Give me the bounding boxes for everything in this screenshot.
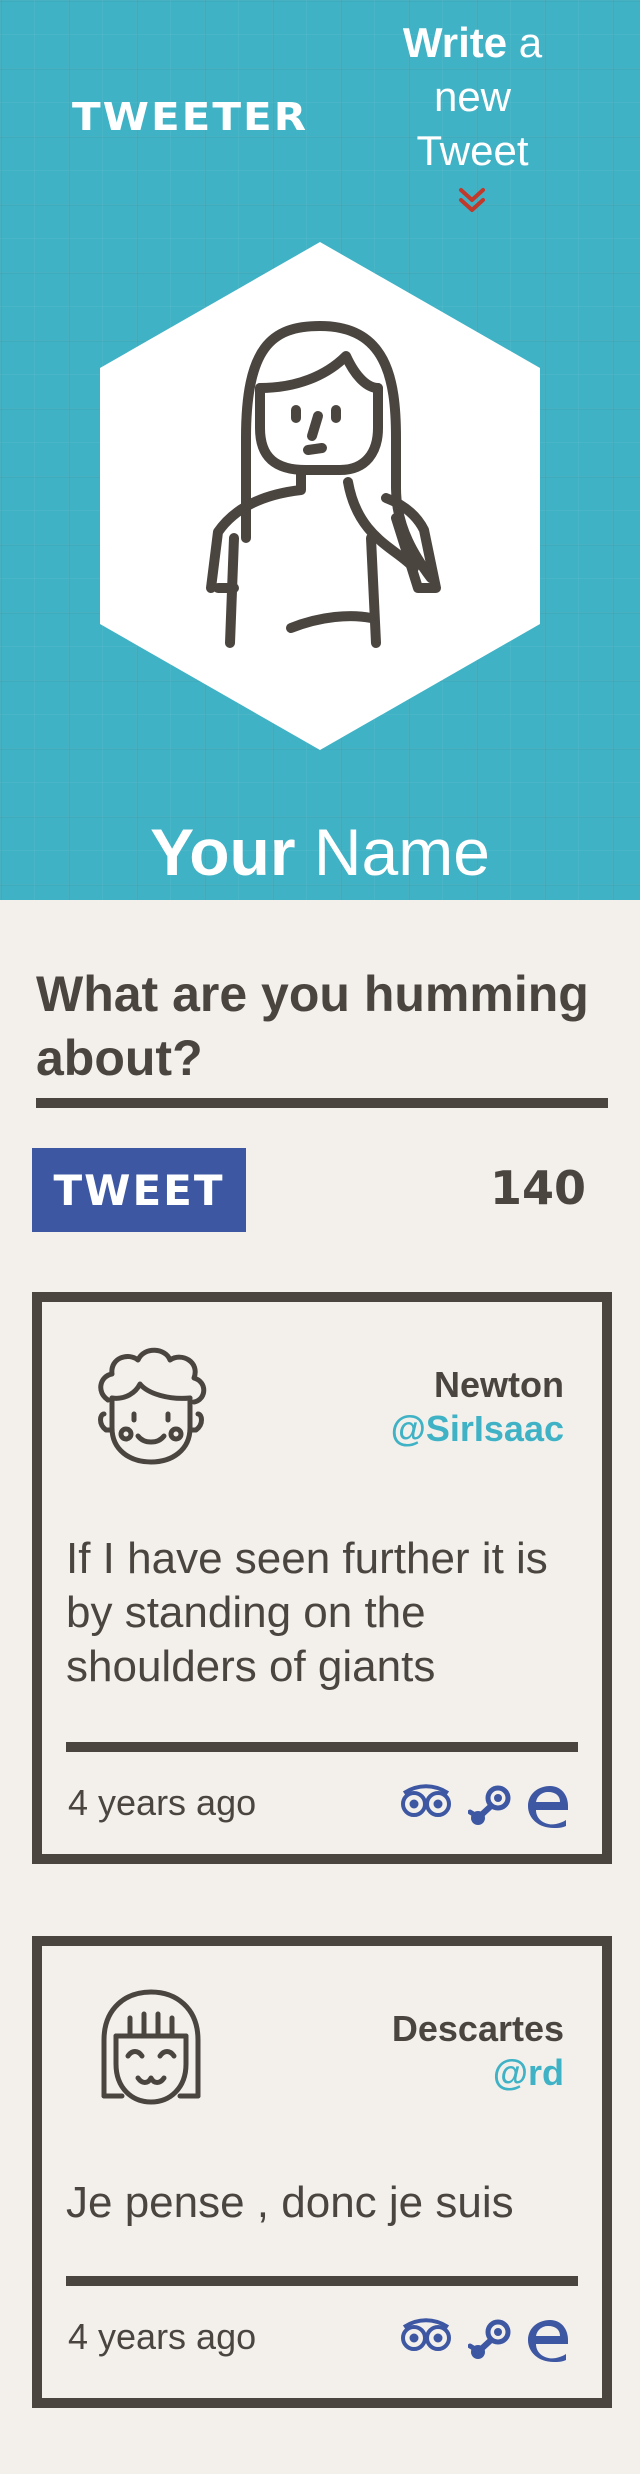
tripadvisor-icon[interactable] <box>400 2318 452 2354</box>
tweet-timestamp: 4 years ago <box>68 2316 257 2357</box>
tweet-text: If I have seen further it is by standing… <box>66 1534 548 1691</box>
profile-name-strong: Your <box>150 815 296 889</box>
tweet-author-name: Newton <box>434 1364 564 1405</box>
tweet-timestamp: 4 years ago <box>68 1782 257 1823</box>
tweet-actions <box>400 2318 568 2368</box>
tweet-text: Je pense , donc je suis <box>66 2178 514 2227</box>
tweet-button[interactable]: TWEET <box>32 1148 246 1232</box>
tweet-divider <box>66 1742 578 1752</box>
double-chevron-down-icon[interactable] <box>455 186 489 216</box>
tweet-author-handle[interactable]: @rd <box>493 2052 564 2094</box>
tweet-author-handle[interactable]: @SirIsaac <box>391 1408 564 1450</box>
write-new-tweet-link[interactable]: Write a new Tweet <box>380 16 565 178</box>
tweet-author-name: Descartes <box>391 2008 564 2049</box>
tweet-card: Descartes @rd Je pense , donc je suis 4 … <box>32 1936 612 2408</box>
compose-area[interactable]: What are you humming about? <box>36 962 608 1094</box>
tweet-card: Newton @SirIsaac If I have seen further … <box>32 1292 612 1864</box>
tripadvisor-icon[interactable] <box>400 1784 452 1820</box>
profile-name: Your Name <box>0 812 640 892</box>
tweet-divider <box>66 2276 578 2286</box>
write-link-strong: Write <box>402 19 508 66</box>
bob-hair-woman-icon <box>101 1989 201 2105</box>
edge-icon[interactable] <box>526 1784 570 1828</box>
compose-underline <box>36 1098 608 1108</box>
profile-avatar[interactable] <box>96 238 544 754</box>
character-counter: 140 <box>489 1161 586 1215</box>
profile-name-light: Name <box>295 815 490 889</box>
profile-header: TWEETER Write a new Tweet Your Name <box>0 0 640 900</box>
curly-hair-man-icon <box>98 1347 207 1465</box>
app-logo[interactable]: TWEETER <box>72 94 308 139</box>
steam-icon[interactable] <box>468 2318 512 2362</box>
steam-icon[interactable] <box>468 1784 512 1828</box>
compose-input[interactable]: What are you humming about? <box>36 962 608 1094</box>
edge-icon[interactable] <box>526 2318 570 2362</box>
tweet-actions <box>400 1784 568 1834</box>
